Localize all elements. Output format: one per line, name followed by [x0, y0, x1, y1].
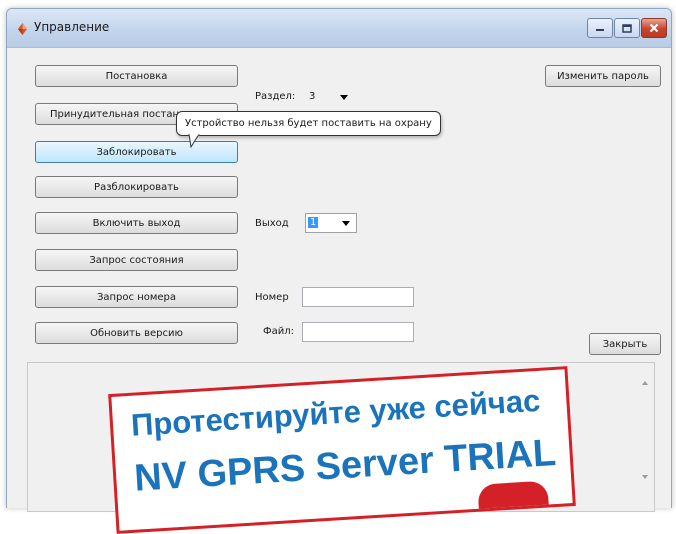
close-icon [649, 23, 659, 33]
minimize-button[interactable] [587, 18, 613, 38]
scroll-up-icon[interactable] [642, 381, 648, 385]
fail-label: Файл: [263, 326, 294, 337]
vyhod-value: 1 [308, 217, 319, 228]
razdel-select[interactable]: 3 [305, 87, 355, 107]
close-button[interactable] [641, 18, 667, 38]
razdel-value: 3 [309, 91, 316, 102]
chevron-down-icon [342, 221, 350, 226]
postanovka-button[interactable]: Постановка [35, 65, 238, 87]
obnovit-versiyu-button[interactable]: Обновить версию [35, 322, 238, 344]
promo-line-1: Протестируйте уже сейчас [130, 382, 542, 443]
vklyuchit-vyhod-button[interactable]: Включить выход [35, 212, 238, 234]
razblokirovat-button[interactable]: Разблокировать [35, 176, 238, 198]
close-dialog-button[interactable]: Закрыть [589, 333, 661, 355]
title-bar: Управление [7, 9, 671, 48]
window-title: Управление [34, 20, 110, 34]
zapros-nomera-button[interactable]: Запрос номера [35, 286, 238, 308]
promo-banner: Протестируйте уже сейчас NV GPRS Server … [108, 366, 576, 534]
zapros-sostoyaniya-button[interactable]: Запрос состояния [35, 249, 238, 271]
maximize-button[interactable] [614, 18, 640, 38]
vyhod-label: Выход [255, 218, 289, 229]
zablokirovat-button[interactable]: Заблокировать [35, 141, 238, 163]
app-icon [18, 23, 27, 35]
chevron-down-icon [340, 95, 348, 100]
razdel-label: Раздел: [255, 91, 296, 102]
scroll-down-icon[interactable] [642, 475, 648, 479]
fail-input[interactable] [302, 322, 414, 342]
tooltip: Устройство нельзя будет поставить на охр… [176, 111, 441, 136]
minimize-icon [596, 29, 604, 31]
promo-red-shape [477, 480, 550, 525]
vyhod-select[interactable]: 1 [305, 213, 357, 233]
nomer-input[interactable] [302, 287, 414, 307]
tooltip-tail [188, 134, 200, 148]
change-password-button[interactable]: Изменить пароль [545, 65, 661, 87]
nomer-label: Номер [255, 292, 289, 303]
maximize-icon [622, 23, 632, 33]
